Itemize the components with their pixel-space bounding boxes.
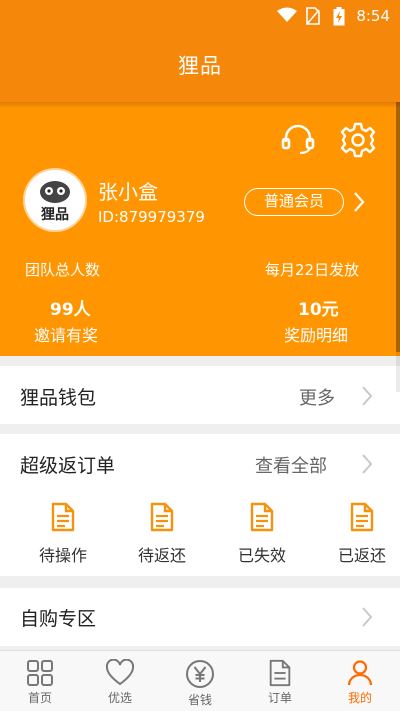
chevron-right-icon	[362, 607, 373, 627]
document-icon	[250, 502, 274, 532]
team-count: 99人	[50, 300, 91, 320]
orders-title: 超级返订单	[20, 455, 116, 477]
yen-coin-icon	[186, 660, 214, 688]
avatar[interactable]: 狸品	[25, 170, 85, 230]
order-status-label: 已失效	[237, 546, 286, 565]
tab-me[interactable]: 我的	[320, 651, 400, 711]
order-status-pending-return[interactable]: 待返还	[122, 502, 202, 566]
tab-label: 我的	[347, 691, 372, 705]
tab-label: 省钱	[187, 693, 212, 707]
page-title: 狸品	[178, 54, 222, 78]
status-bar: 8:54	[0, 0, 400, 32]
self-buy-title: 自购专区	[20, 608, 97, 630]
chevron-right-icon[interactable]	[352, 190, 366, 214]
no-sim-icon	[306, 7, 320, 25]
invite-reward-link[interactable]: 邀请有奖	[34, 322, 98, 346]
document-icon	[150, 502, 174, 532]
battery-charging-icon	[333, 7, 345, 26]
self-buy-row[interactable]: 自购专区	[0, 588, 400, 646]
document-icon	[51, 502, 75, 532]
document-icon	[350, 502, 374, 532]
wallet-row[interactable]: 狸品钱包 更多	[0, 366, 400, 424]
order-status-label: 已返还	[337, 546, 386, 565]
tab-label: 优选	[107, 691, 132, 705]
order-status-expired[interactable]: 已失效	[222, 502, 302, 566]
wallet-more-link[interactable]: 更多	[299, 384, 335, 410]
user-name: 张小盒	[98, 180, 158, 204]
tab-home[interactable]: 首页	[0, 651, 80, 711]
document-icon	[269, 659, 291, 687]
tab-save-money[interactable]: 省钱	[160, 651, 240, 711]
order-status-label: 待返还	[137, 546, 186, 565]
wallet-title: 狸品钱包	[20, 387, 97, 409]
status-time: 8:54	[356, 7, 390, 25]
chevron-right-icon	[362, 454, 373, 474]
chevron-right-icon	[362, 386, 373, 406]
avatar-logo-text: 狸品	[41, 207, 69, 223]
order-status-label: 待操作	[38, 546, 87, 565]
tab-orders[interactable]: 订单	[240, 651, 320, 711]
reward-amount: 10元	[298, 300, 339, 320]
scrollbar-thumb[interactable]	[396, 102, 400, 352]
customer-service-icon[interactable]	[278, 120, 318, 160]
orders-view-all-link[interactable]: 查看全部	[255, 452, 327, 478]
settings-gear-icon[interactable]	[338, 120, 378, 160]
profile-card: 狸品 张小盒 ID:879979379 普通会员 团队总人数 每月22日发放 9…	[0, 102, 400, 356]
person-icon	[347, 660, 373, 686]
tab-featured[interactable]: 优选	[80, 651, 160, 711]
heart-icon	[105, 659, 135, 686]
team-total-label: 团队总人数	[25, 261, 101, 279]
user-id: ID:879979379	[98, 208, 205, 226]
payout-date-label: 每月22日发放	[265, 261, 360, 279]
member-level-badge[interactable]: 普通会员	[244, 188, 344, 216]
reward-detail-link[interactable]: 奖励明细	[284, 322, 348, 346]
header-shadow	[0, 102, 400, 108]
bottom-tab-bar: 首页 优选 省钱 订单 我的	[0, 650, 400, 711]
grid-icon	[27, 660, 53, 686]
wifi-icon	[277, 7, 297, 22]
tab-label: 订单	[267, 691, 292, 705]
order-status-returned[interactable]: 已返还	[322, 502, 400, 566]
tab-label: 首页	[27, 691, 52, 705]
app-header: 狸品	[0, 32, 400, 102]
order-status-pending-action[interactable]: 待操作	[23, 502, 103, 566]
